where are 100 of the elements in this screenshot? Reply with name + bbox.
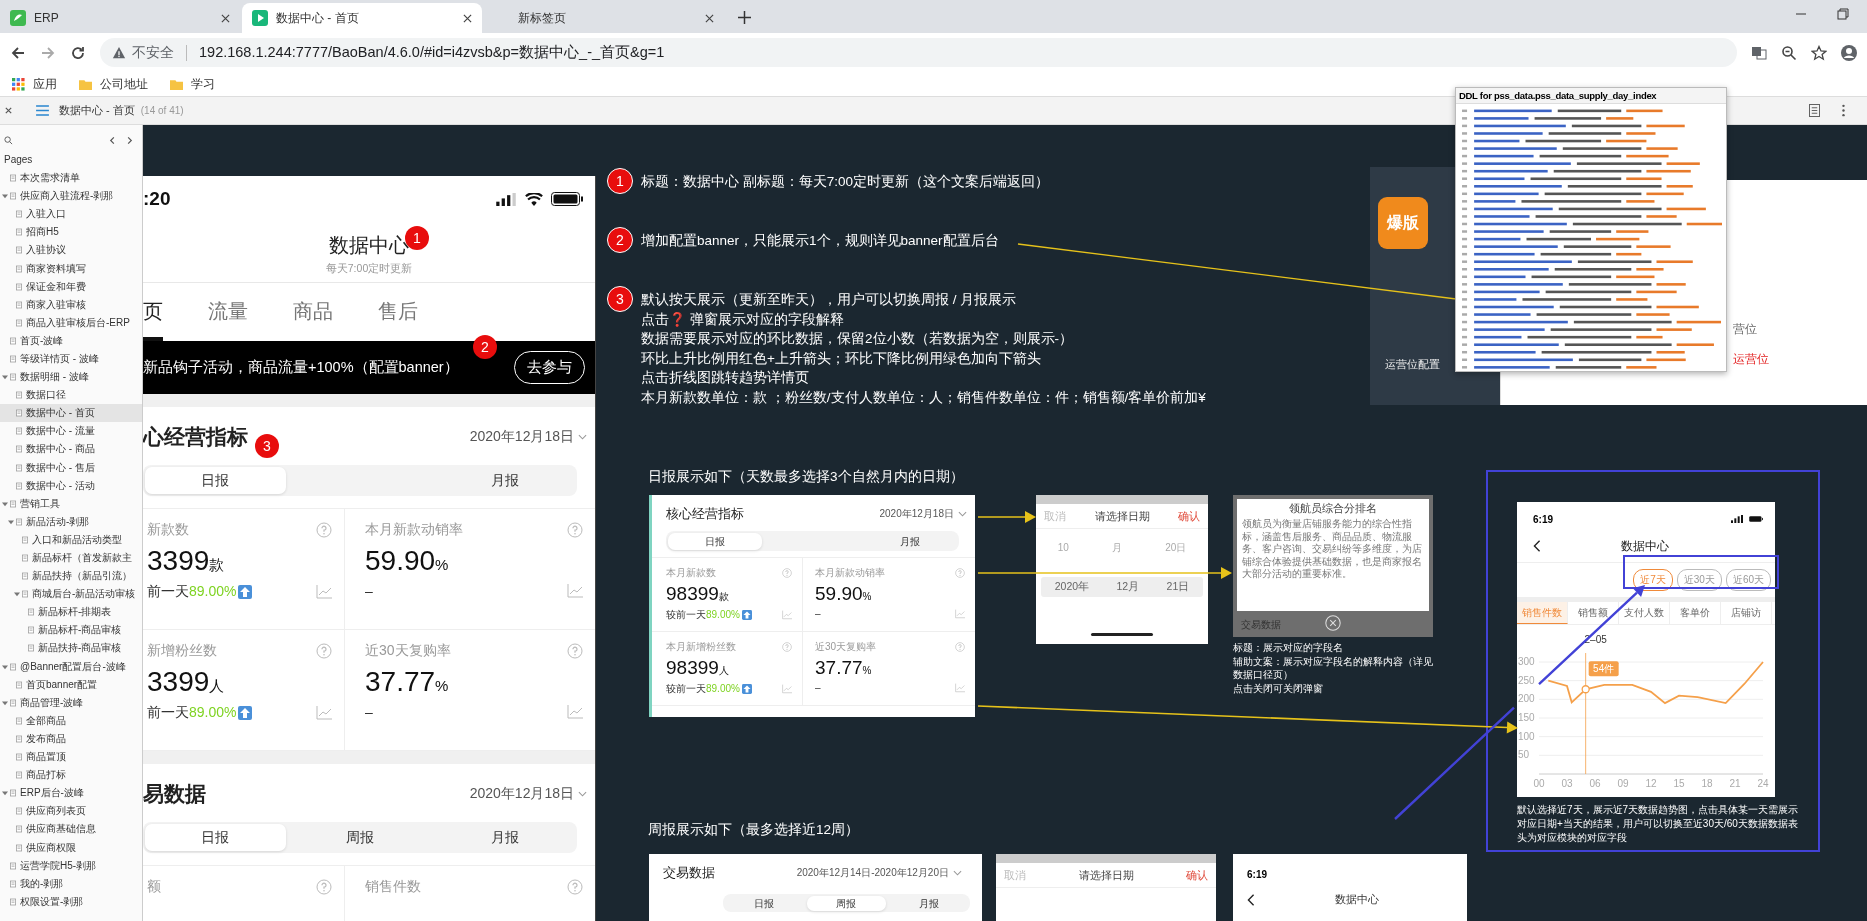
table-cell: 运营位 — [1733, 352, 1769, 367]
metric-label: 本月新款数 — [666, 566, 717, 580]
page-item[interactable]: 首页-波峰 — [0, 331, 142, 350]
page-item[interactable]: 本次需求清单 — [0, 169, 142, 188]
page-item[interactable]: 商品入驻审核后台-ERP — [0, 313, 142, 332]
address-bar[interactable]: 不安全 192.168.1.244:7777/BaoBan/4.6.0/#id=i4zvsb&p=数据中心_-_首页&g=1 — [100, 38, 1737, 67]
date-selector[interactable]: 2020年12月14日-2020年12月20日 — [796, 866, 962, 880]
page-item[interactable]: 招商H5 — [0, 223, 142, 242]
metric-value: 59.90% — [365, 545, 450, 577]
period-tab[interactable]: 周报 — [807, 896, 886, 911]
category-tab[interactable]: 售后 — [378, 283, 418, 341]
metric-value: 37.77% — [815, 657, 873, 679]
comparison-text: 较前一天89.00% — [666, 608, 740, 622]
annotation-text: 标题：数据中心 副标题：每天7:00定时更新（这个文案后端返回） — [641, 173, 1050, 191]
axis-label: 24 — [1757, 778, 1769, 789]
picker-option[interactable]: 21日 — [1166, 580, 1190, 594]
axis-label: 03 — [1561, 778, 1573, 789]
metric-tab[interactable]: 销售额 — [1568, 602, 1619, 624]
page-item[interactable]: 入口和新品活动类型 — [0, 530, 142, 549]
section-heading: 日报展示如下（天数最多选择3个自然月内的日期） — [648, 468, 964, 486]
page-item[interactable]: 数据中心 - 商品 — [0, 440, 142, 459]
category-tab[interactable]: 商品 — [293, 283, 333, 341]
page-item[interactable]: 数据口径 — [0, 386, 142, 405]
comparison-text: – — [365, 583, 373, 599]
comparison-text: – — [815, 682, 821, 693]
period-tab[interactable]: 月报 — [434, 824, 575, 851]
page-item[interactable]: 我的-剥那 — [0, 874, 142, 893]
section-title: 易数据 — [143, 781, 206, 807]
page-item[interactable]: 商品打标 — [0, 766, 142, 785]
page-item[interactable]: 新品扶持（新品引流） — [0, 567, 142, 586]
bookmark[interactable]: 学习 — [170, 75, 215, 93]
annotation-text: 标题：展示对应的字段名 — [1233, 641, 1344, 655]
date-selector[interactable]: 2020年12月18日 — [469, 428, 587, 446]
period-tab[interactable]: 月报 — [434, 467, 575, 494]
page-item[interactable]: 商城后台-新品活动审核 — [0, 585, 142, 604]
page-item[interactable]: 新品活动-剥那 — [0, 512, 142, 531]
page-item[interactable]: 商家入驻审核 — [0, 295, 142, 314]
page-item[interactable]: @Banner配置后台-波峰 — [0, 657, 142, 676]
page-item[interactable]: ERP后台-波峰 — [0, 784, 142, 803]
page-item[interactable]: 新品扶持-商品审核 — [0, 639, 142, 658]
page-item[interactable]: 发布商品 — [0, 729, 142, 748]
popup-text: 领航员为衡量店铺服务能力的综合性指标，涵盖售后服务、商品品质、物流服务、客户咨询、交易纠纷等多维度，为店铺综合体验提供基础数据，也是商家报名大部分活动的重要标准。 — [1242, 518, 1423, 581]
page-item[interactable]: 保证金和年费 — [0, 277, 142, 296]
page-item[interactable]: 新品标杆（首发新款主 — [0, 548, 142, 568]
period-tab[interactable]: 周报 — [289, 824, 431, 851]
page-item[interactable]: 全部商品 — [0, 711, 142, 730]
annotation-badge: 2 — [473, 335, 497, 359]
page-item[interactable]: 新品标杆-排期表 — [0, 603, 142, 622]
confirm-button[interactable]: 确认 — [1186, 867, 1208, 883]
metric-tab[interactable]: 店铺访 — [1721, 602, 1772, 624]
bookmark[interactable]: 应用 — [12, 75, 57, 93]
metric-tab[interactable]: 客单价 — [1670, 602, 1721, 624]
page-item[interactable]: 数据中心 - 流量 — [0, 422, 142, 441]
metric-tab[interactable]: 支付人数 — [1619, 602, 1670, 624]
page-item[interactable]: 运营学院H5-剥那 — [0, 856, 142, 875]
app-logo: 爆版 — [1378, 197, 1428, 249]
period-tab[interactable]: 日报 — [668, 533, 762, 550]
period-tab[interactable]: 月报 — [863, 533, 957, 550]
page-item[interactable]: 权限设置-剥那 — [0, 892, 142, 911]
status-time: :20 — [143, 188, 171, 210]
browser-tab[interactable]: 新标签页 — [484, 3, 724, 33]
table-header: 营位 — [1733, 322, 1757, 337]
period-tab[interactable]: 日报 — [145, 824, 286, 851]
confirm-button[interactable]: 确认 — [1178, 508, 1200, 524]
page-item[interactable]: 供应商入驻流程-剥那 — [0, 187, 142, 206]
picker-option[interactable]: 2020年 — [1054, 580, 1090, 594]
category-tab[interactable]: 流量 — [208, 283, 248, 341]
page-item[interactable]: 入驻入口 — [0, 205, 142, 224]
status-time: 6:19 — [1247, 869, 1267, 880]
page-item[interactable]: 供应商权限 — [0, 838, 142, 857]
page-item[interactable]: 营销工具 — [0, 494, 142, 513]
page-item[interactable]: 数据中心 - 首页 — [0, 404, 142, 423]
page-item[interactable]: 首页banner配置 — [0, 675, 142, 694]
page-item[interactable]: 数据明细 - 波峰 — [0, 368, 142, 387]
menu-item[interactable]: 运营位配置 — [1385, 357, 1440, 372]
browser-tab[interactable]: ERP — [0, 3, 240, 33]
bookmark[interactable]: 公司地址 — [79, 75, 148, 93]
page-item[interactable]: 商品置顶 — [0, 748, 142, 767]
page-item[interactable]: 等级详情页 - 波峰 — [0, 349, 142, 369]
metric-value: 3399款 — [147, 545, 226, 577]
page-item[interactable]: 商品管理-波峰 — [0, 693, 142, 712]
period-tab[interactable]: 月报 — [889, 896, 968, 911]
page-item[interactable]: 商家资料填写 — [0, 259, 142, 278]
picker-option[interactable]: 12月 — [1116, 580, 1140, 594]
date-selector[interactable]: 2020年12月18日 — [879, 507, 967, 521]
page-title: 数据中心 — [1621, 537, 1669, 555]
browser-tab[interactable]: 数据中心 - 首页 — [242, 3, 482, 33]
page-item[interactable]: 供应商列表页 — [0, 802, 142, 821]
period-tab[interactable]: 日报 — [725, 896, 804, 911]
picker-title: 请选择日期 — [1078, 867, 1134, 883]
page-item[interactable]: 数据中心 - 售后 — [0, 458, 142, 477]
page-item[interactable]: 新品标杆-商品审核 — [0, 621, 142, 640]
page-item[interactable]: 数据中心 - 活动 — [0, 476, 142, 495]
page-item[interactable]: 入驻协议 — [0, 241, 142, 260]
page-title: 数据中心 — [1335, 892, 1379, 907]
period-tab[interactable]: 日报 — [145, 467, 286, 494]
date-selector[interactable]: 2020年12月18日 — [469, 785, 587, 803]
value-tooltip: 54件 — [1588, 661, 1619, 677]
page-item[interactable]: 供应商基础信息 — [0, 820, 142, 839]
comparison-text: – — [815, 608, 821, 619]
